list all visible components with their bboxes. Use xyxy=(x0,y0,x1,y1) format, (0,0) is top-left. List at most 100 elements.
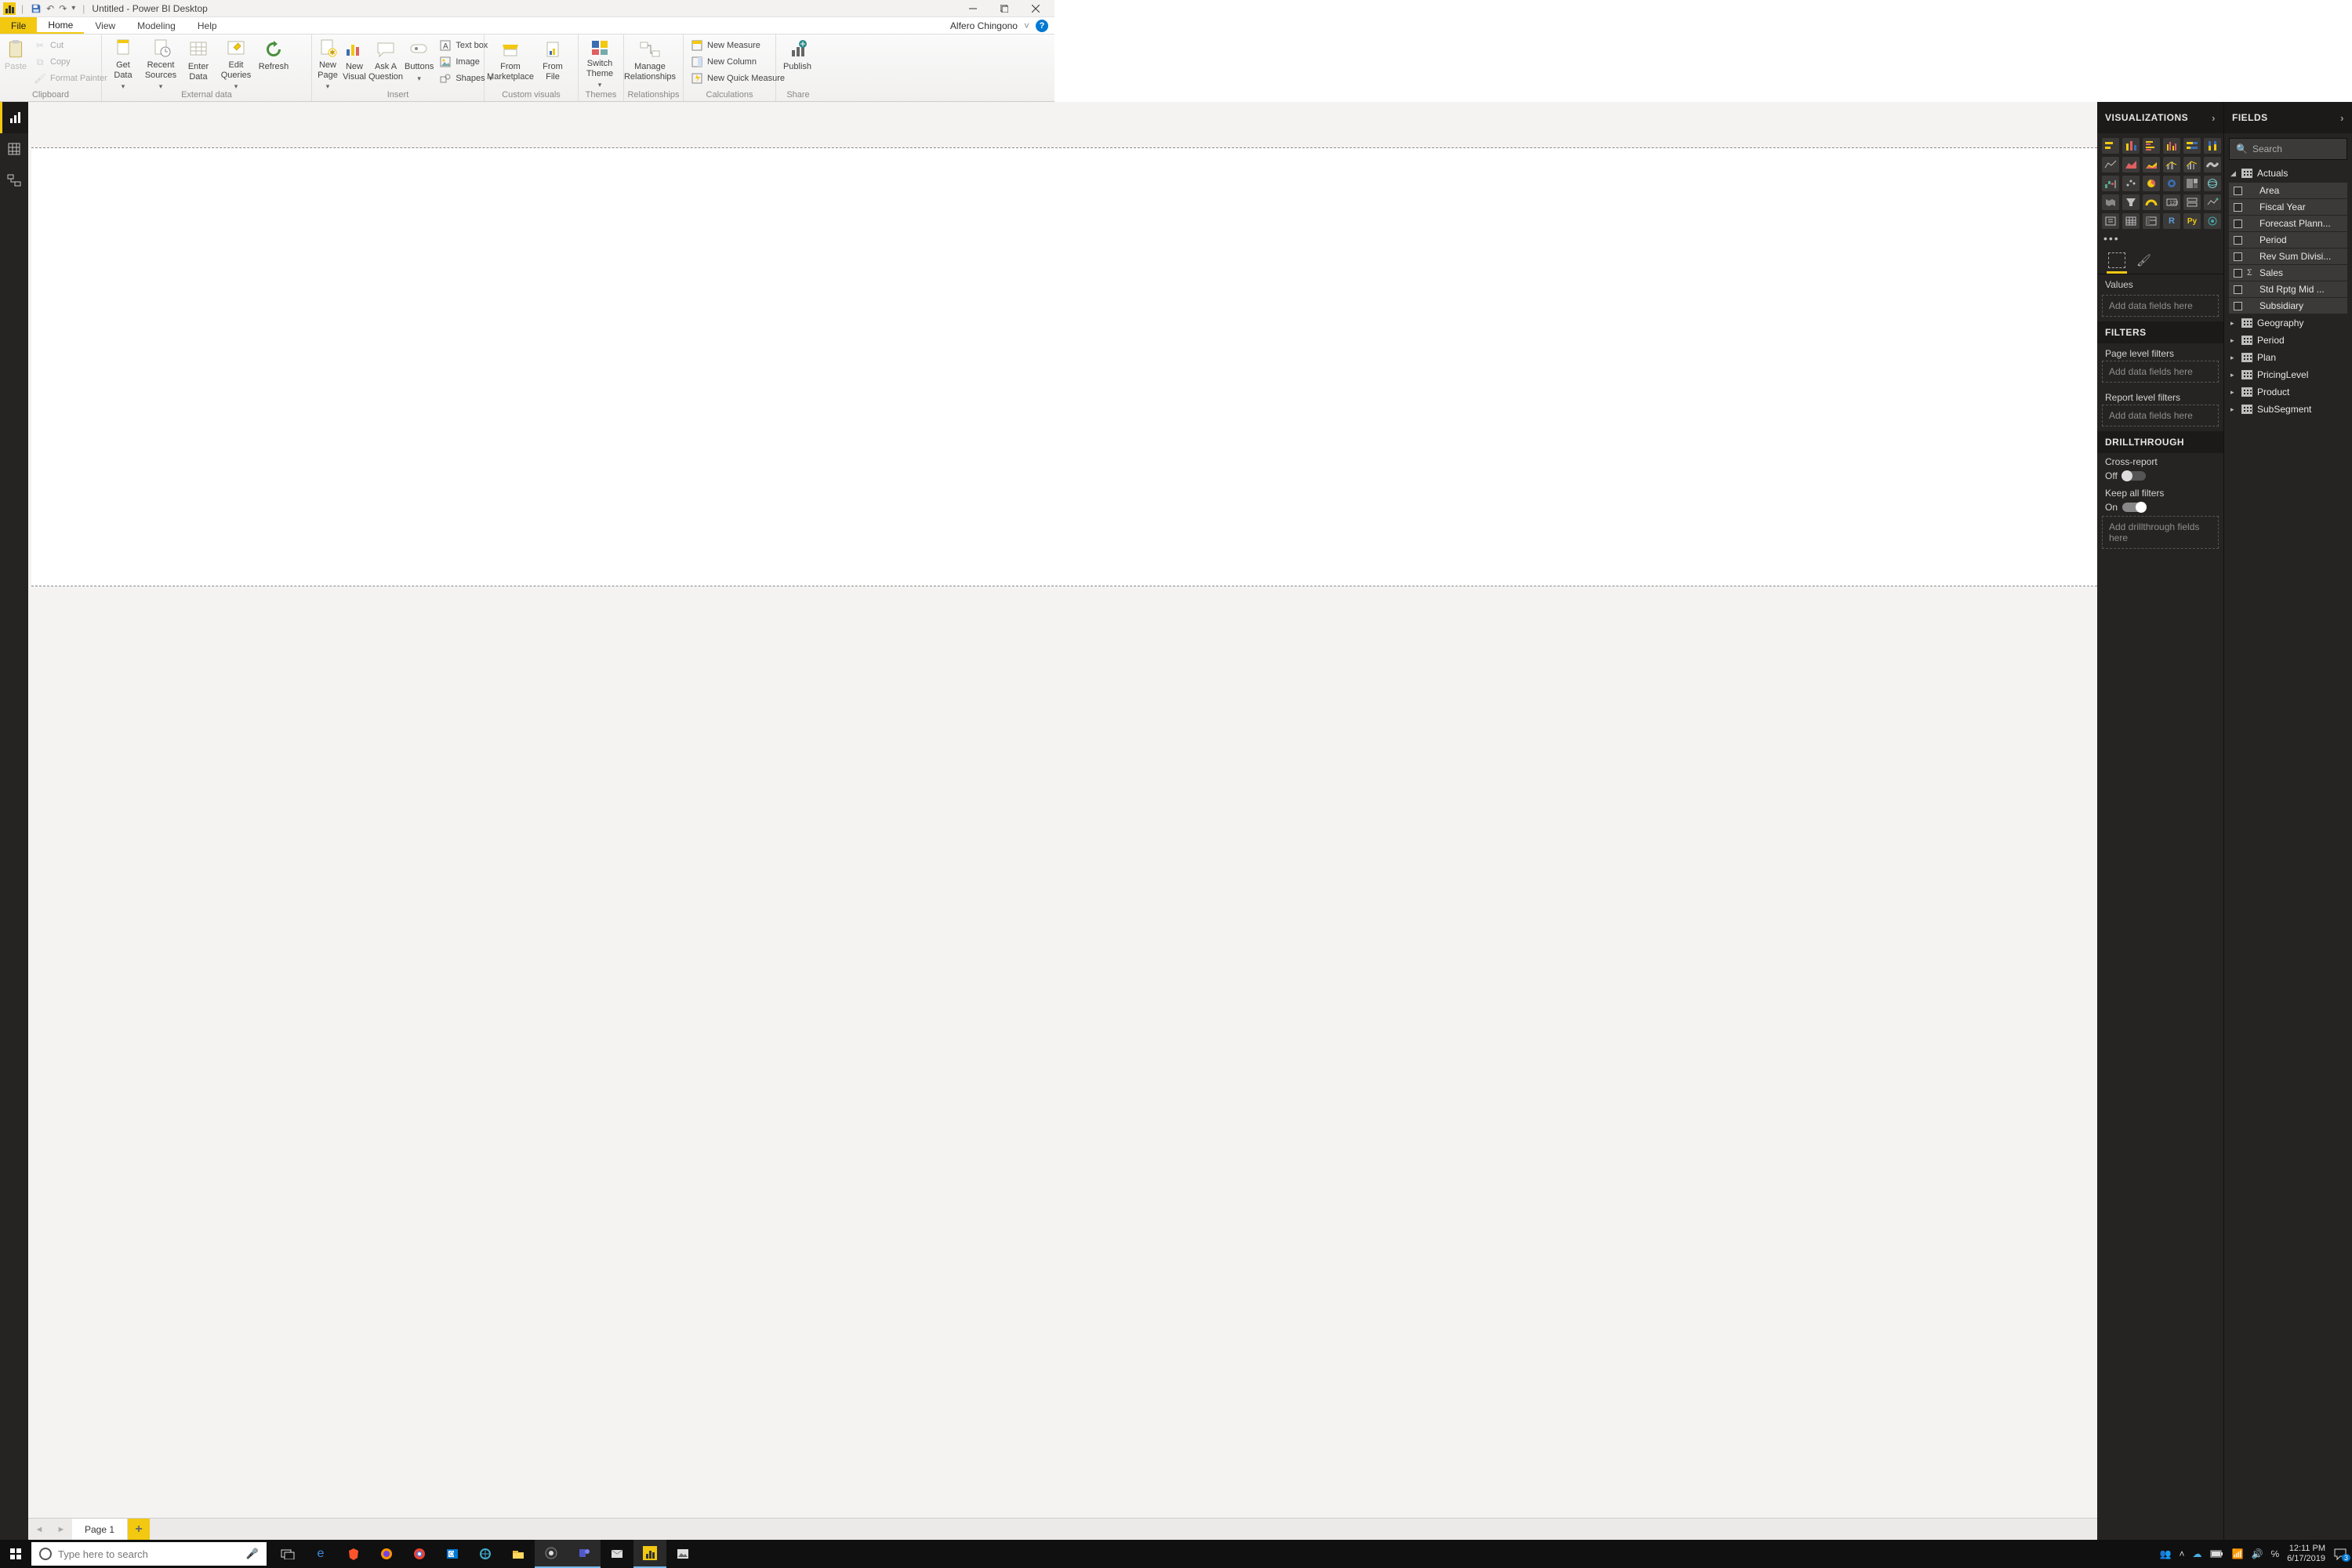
format-tab-icon[interactable]: 🖌 xyxy=(2136,253,2151,267)
area-chart-icon[interactable] xyxy=(2122,157,2140,172)
filters-header[interactable]: FILTERS xyxy=(2097,321,2223,343)
tray-wifi-icon[interactable]: 📶 xyxy=(2232,1548,2244,1559)
table-period[interactable]: ▸Period xyxy=(2224,332,2352,349)
card-icon[interactable]: 123 xyxy=(2163,194,2180,210)
start-button[interactable] xyxy=(0,1540,31,1568)
drillthrough-dropzone[interactable]: Add drillthrough fields here xyxy=(2102,516,2219,549)
field-fiscal-year[interactable]: Fiscal Year xyxy=(2229,199,2347,215)
table-plan[interactable]: ▸Plan xyxy=(2224,349,2352,366)
drillthrough-header[interactable]: DRILLTHROUGH xyxy=(2097,431,2223,453)
py-visual-icon[interactable]: Py xyxy=(2183,213,2201,229)
tray-app-icon[interactable]: ℅ xyxy=(2270,1548,2279,1559)
funnel-icon[interactable] xyxy=(2122,194,2140,210)
report-view-button[interactable] xyxy=(0,102,28,133)
page-tab-1[interactable]: Page 1 xyxy=(72,1519,128,1540)
line-chart-icon[interactable] xyxy=(2102,157,2119,172)
field-subsidiary[interactable]: Subsidiary xyxy=(2229,298,2347,314)
waterfall-icon[interactable] xyxy=(2102,176,2119,191)
clustered-column-icon[interactable] xyxy=(2163,138,2180,154)
checkbox-icon[interactable] xyxy=(2234,252,2242,261)
taskbar-chrome-icon[interactable] xyxy=(403,1540,436,1568)
save-icon[interactable] xyxy=(31,3,42,14)
taskbar-powerbi-icon[interactable] xyxy=(633,1540,666,1568)
help-icon[interactable]: ? xyxy=(1036,20,1048,32)
table-subsegment[interactable]: ▸SubSegment xyxy=(2224,401,2352,418)
checkbox-icon[interactable] xyxy=(2234,236,2242,245)
add-page-button[interactable]: + xyxy=(128,1519,150,1540)
report-filters-dropzone[interactable]: Add data fields here xyxy=(2102,405,2219,426)
gauge-icon[interactable] xyxy=(2143,194,2160,210)
collapse-ribbon-icon[interactable]: ˅ xyxy=(1024,20,1029,31)
matrix-icon[interactable] xyxy=(2143,213,2160,229)
page-next-button[interactable]: ► xyxy=(50,1519,72,1540)
treemap-icon[interactable] xyxy=(2183,176,2201,191)
fields-tab-icon[interactable] xyxy=(2108,252,2125,268)
field-period[interactable]: Period xyxy=(2229,232,2347,248)
cross-report-toggle[interactable]: Off xyxy=(2105,470,2216,481)
checkbox-icon[interactable] xyxy=(2234,187,2242,195)
close-button[interactable] xyxy=(1020,0,1051,17)
map-icon[interactable] xyxy=(2204,176,2221,191)
new-quick-measure-button[interactable]: New Quick Measure xyxy=(687,71,789,86)
stacked-area-icon[interactable] xyxy=(2143,157,2160,172)
publish-button[interactable]: Publish xyxy=(779,36,815,88)
table-geography[interactable]: ▸Geography xyxy=(2224,314,2352,332)
from-marketplace-button[interactable]: From Marketplace xyxy=(488,36,533,88)
fields-header[interactable]: FIELDS › xyxy=(2224,102,2352,133)
taskbar-teams-icon[interactable] xyxy=(568,1540,601,1568)
qat-customize-icon[interactable]: ▾ xyxy=(71,4,75,13)
scatter-icon[interactable] xyxy=(2122,176,2140,191)
checkbox-icon[interactable] xyxy=(2234,285,2242,294)
buttons-button[interactable]: Buttons xyxy=(405,36,434,88)
field-rev-sum-divisi-[interactable]: Rev Sum Divisi... xyxy=(2229,249,2347,264)
clustered-bar-icon[interactable] xyxy=(2143,138,2160,154)
signed-in-user[interactable]: Alfero Chingono xyxy=(950,20,1018,31)
tab-modeling[interactable]: Modeling xyxy=(126,17,187,34)
stacked-bar-icon[interactable] xyxy=(2102,138,2119,154)
switch-theme-button[interactable]: Switch Theme xyxy=(582,36,618,88)
table-product[interactable]: ▸Product xyxy=(2224,383,2352,401)
visualizations-header[interactable]: VISUALIZATIONS › xyxy=(2097,102,2223,133)
checkbox-icon[interactable] xyxy=(2234,269,2242,278)
tray-onedrive-icon[interactable]: ☁ xyxy=(2193,1548,2202,1559)
filled-map-icon[interactable] xyxy=(2102,194,2119,210)
taskbar-app1-icon[interactable] xyxy=(469,1540,502,1568)
more-visuals-button[interactable]: ••• xyxy=(2097,230,2223,246)
manage-relationships-button[interactable]: Manage Relationships xyxy=(627,36,673,88)
data-view-button[interactable] xyxy=(0,133,28,165)
pie-icon[interactable] xyxy=(2143,176,2160,191)
new-visual-button[interactable]: New Visual xyxy=(342,36,367,88)
tray-people-icon[interactable]: 👥 xyxy=(2160,1548,2172,1559)
taskbar-photos-icon[interactable] xyxy=(666,1540,699,1568)
taskbar-mail-icon[interactable] xyxy=(601,1540,633,1568)
taskbar-outlook-icon[interactable]: O xyxy=(436,1540,469,1568)
slicer-icon[interactable] xyxy=(2102,213,2119,229)
taskbar-edge-icon[interactable]: e xyxy=(304,1540,337,1568)
minimize-button[interactable] xyxy=(957,0,989,17)
keep-filters-toggle[interactable]: On xyxy=(2105,502,2216,513)
field-forecast-plann-[interactable]: Forecast Plann... xyxy=(2229,216,2347,231)
arcgis-icon[interactable] xyxy=(2204,213,2221,229)
kpi-icon[interactable] xyxy=(2204,194,2221,210)
line-clustered-column-icon[interactable] xyxy=(2183,157,2201,172)
table-pricinglevel[interactable]: ▸PricingLevel xyxy=(2224,366,2352,383)
tray-chevron-up-icon[interactable]: ˄ xyxy=(2180,1548,2185,1559)
stacked-column-icon[interactable] xyxy=(2122,138,2140,154)
page-prev-button[interactable]: ◄ xyxy=(28,1519,50,1540)
donut-icon[interactable] xyxy=(2163,176,2180,191)
report-page-surface[interactable] xyxy=(31,147,2097,586)
task-view-button[interactable] xyxy=(271,1540,304,1568)
fields-search[interactable]: 🔍 Search xyxy=(2229,138,2347,160)
undo-icon[interactable]: ↶ xyxy=(46,3,54,14)
checkbox-icon[interactable] xyxy=(2234,203,2242,212)
enter-data-button[interactable]: Enter Data xyxy=(180,36,216,88)
ask-question-button[interactable]: Ask A Question xyxy=(368,36,403,88)
get-data-button[interactable]: Get Data xyxy=(105,36,141,88)
tray-clock[interactable]: 12:11 PM 6/17/2019 xyxy=(2287,1544,2325,1563)
recent-sources-button[interactable]: Recent Sources xyxy=(143,36,179,88)
stacked-column-100-icon[interactable] xyxy=(2204,138,2221,154)
report-canvas[interactable]: ◄ ► Page 1 + xyxy=(28,102,2097,1540)
tray-volume-icon[interactable]: 🔊 xyxy=(2251,1548,2263,1559)
maximize-button[interactable] xyxy=(989,0,1020,17)
r-visual-icon[interactable]: R xyxy=(2163,213,2180,229)
